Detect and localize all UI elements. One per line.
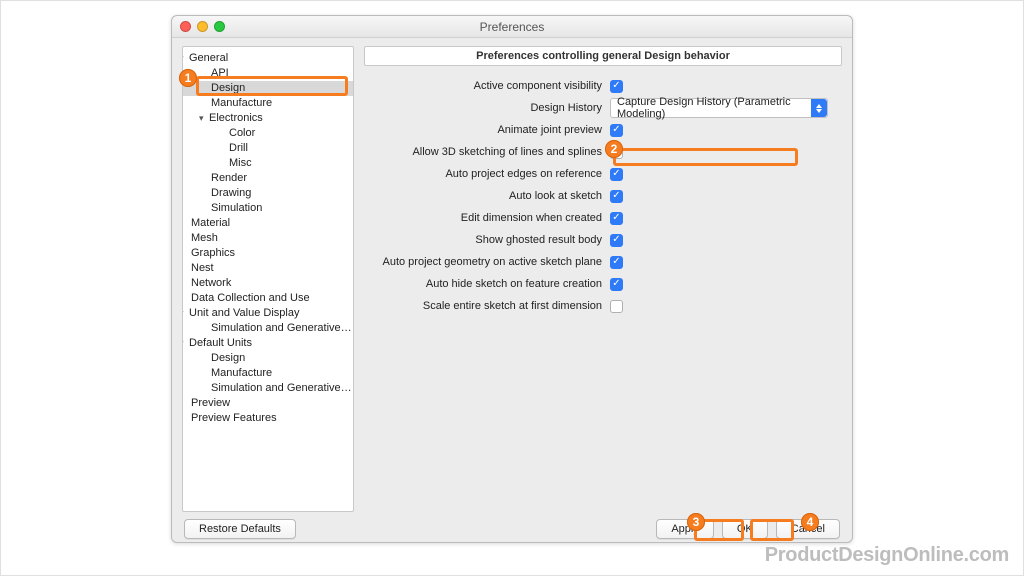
pref-label: Auto hide sketch on feature creation: [370, 278, 602, 290]
pref-row: Animate joint preview: [370, 120, 836, 140]
tree-item[interactable]: Nest: [183, 261, 353, 276]
zoom-icon[interactable]: [214, 21, 225, 32]
window-title: Preferences: [480, 20, 545, 34]
pref-row: Auto project geometry on active sketch p…: [370, 252, 836, 272]
pref-label: Auto look at sketch: [370, 190, 602, 202]
checkbox[interactable]: [610, 190, 623, 203]
tree-item[interactable]: Unit and Value Display: [183, 306, 353, 321]
stage: Preferences GeneralAPIDesignManufactureE…: [0, 0, 1024, 576]
titlebar: Preferences: [172, 16, 852, 38]
pref-label: Edit dimension when created: [370, 212, 602, 224]
checkbox[interactable]: [610, 124, 623, 137]
tree-item[interactable]: Drawing: [183, 186, 353, 201]
tree-item[interactable]: Electronics: [183, 111, 353, 126]
tree-item[interactable]: Render: [183, 171, 353, 186]
pref-control: [610, 80, 830, 93]
pref-label: Show ghosted result body: [370, 234, 602, 246]
window-body: GeneralAPIDesignManufactureElectronicsCo…: [172, 38, 852, 512]
pref-label: Auto project edges on reference: [370, 168, 602, 180]
tree-item[interactable]: Color: [183, 126, 353, 141]
pref-control: [610, 146, 830, 159]
checkbox[interactable]: [610, 278, 623, 291]
pref-control: [610, 212, 830, 225]
main-panel: Preferences controlling general Design b…: [364, 46, 842, 512]
tree-item[interactable]: Simulation and Generative Desi…: [183, 381, 353, 396]
tree-item[interactable]: API: [183, 66, 353, 81]
pref-control: [610, 300, 830, 313]
pref-control: [610, 190, 830, 203]
checkbox[interactable]: [610, 234, 623, 247]
tree-item[interactable]: Material: [183, 216, 353, 231]
tree-item[interactable]: Network: [183, 276, 353, 291]
tree-item[interactable]: Data Collection and Use: [183, 291, 353, 306]
chevron-updown-icon: [811, 99, 827, 117]
close-icon[interactable]: [180, 21, 191, 32]
main-body: Active component visibility Design Histor…: [364, 66, 842, 512]
pref-row: Scale entire sketch at first dimension: [370, 296, 836, 316]
pref-row: Edit dimension when created: [370, 208, 836, 228]
checkbox[interactable]: [610, 146, 623, 159]
tree-item[interactable]: Simulation and Generative Desi…: [183, 321, 353, 336]
ok-button[interactable]: OK: [722, 519, 768, 539]
tree-item[interactable]: Design: [183, 351, 353, 366]
pref-label: Auto project geometry on active sketch p…: [370, 256, 602, 268]
tree-item[interactable]: Preview: [183, 396, 353, 411]
checkbox[interactable]: [610, 168, 623, 181]
pref-label: Scale entire sketch at first dimension: [370, 300, 602, 312]
preferences-window: Preferences GeneralAPIDesignManufactureE…: [171, 15, 853, 543]
pref-row: Design History Capture Design History (Pa…: [370, 98, 836, 118]
cancel-button[interactable]: Cancel: [776, 519, 840, 539]
pref-row: Active component visibility: [370, 76, 836, 96]
pref-row: Show ghosted result body: [370, 230, 836, 250]
sidebar: GeneralAPIDesignManufactureElectronicsCo…: [182, 46, 354, 512]
pref-row: Allow 3D sketching of lines and splines: [370, 142, 836, 162]
pref-control: Capture Design History (Parametric Model…: [610, 98, 830, 118]
apply-button[interactable]: Apply: [656, 519, 714, 539]
pref-label: Active component visibility: [370, 80, 602, 92]
checkbox[interactable]: [610, 80, 623, 93]
pref-control: [610, 256, 830, 269]
tree-item[interactable]: Default Units: [183, 336, 353, 351]
tree-item[interactable]: General: [183, 51, 353, 66]
tree-item[interactable]: Preview Features: [183, 411, 353, 426]
checkbox[interactable]: [610, 256, 623, 269]
checkbox[interactable]: [610, 212, 623, 225]
pref-row: Auto hide sketch on feature creation: [370, 274, 836, 294]
pref-control: [610, 278, 830, 291]
main-header: Preferences controlling general Design b…: [364, 46, 842, 66]
pref-control: [610, 168, 830, 181]
pref-row: Auto look at sketch: [370, 186, 836, 206]
preferences-tree[interactable]: GeneralAPIDesignManufactureElectronicsCo…: [183, 51, 353, 426]
tree-item[interactable]: Misc: [183, 156, 353, 171]
tree-item[interactable]: Manufacture: [183, 96, 353, 111]
tree-item[interactable]: Design: [183, 81, 353, 96]
pref-label: Design History: [370, 102, 602, 114]
pref-label: Allow 3D sketching of lines and splines: [370, 146, 602, 158]
pref-control: [610, 234, 830, 247]
tree-item[interactable]: Manufacture: [183, 366, 353, 381]
footer: Restore Defaults Apply OK Cancel: [172, 512, 852, 546]
pref-label: Animate joint preview: [370, 124, 602, 136]
window-controls: [180, 21, 225, 32]
checkbox[interactable]: [610, 300, 623, 313]
tree-item[interactable]: Simulation: [183, 201, 353, 216]
pref-control: [610, 124, 830, 137]
tree-item[interactable]: Mesh: [183, 231, 353, 246]
restore-defaults-button[interactable]: Restore Defaults: [184, 519, 296, 539]
watermark: ProductDesignOnline.com: [765, 544, 1009, 567]
design-history-select[interactable]: Capture Design History (Parametric Model…: [610, 98, 828, 118]
tree-item[interactable]: Graphics: [183, 246, 353, 261]
tree-item[interactable]: Drill: [183, 141, 353, 156]
pref-row: Auto project edges on reference: [370, 164, 836, 184]
select-value: Capture Design History (Parametric Model…: [617, 96, 807, 120]
minimize-icon[interactable]: [197, 21, 208, 32]
